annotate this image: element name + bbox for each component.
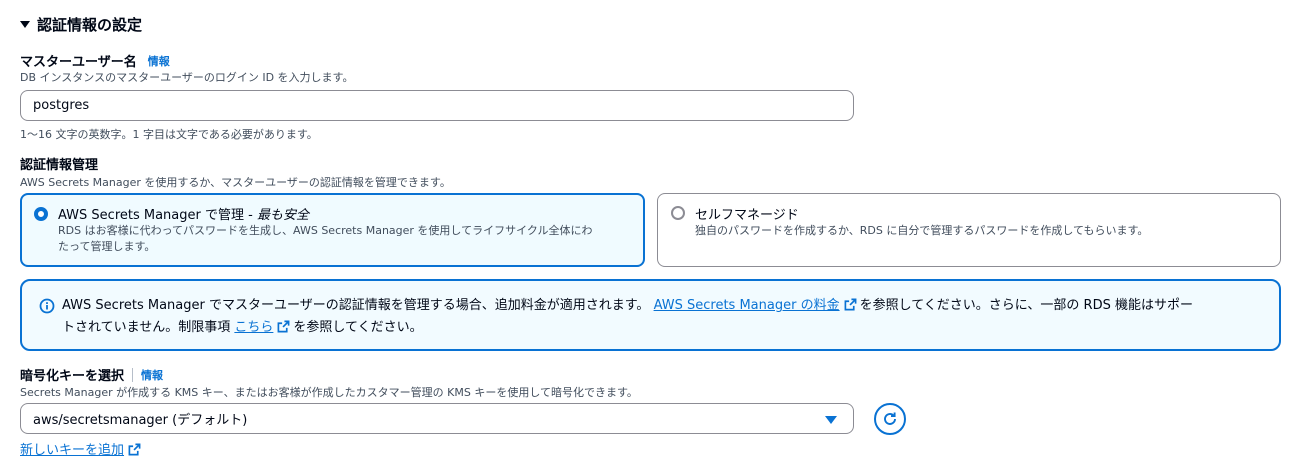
external-link-icon <box>844 298 857 318</box>
radio-unselected-icon[interactable] <box>671 206 685 220</box>
option-secrets-manager-tile[interactable]: AWS Secrets Manager で管理 - 最も安全 RDS はお客様に… <box>20 193 645 267</box>
credentials-management-description: AWS Secrets Manager を使用するか、マスターユーザーの認証情報… <box>20 176 451 189</box>
option-self-managed-description: 独自のパスワードを作成するか、RDS に自分で管理するパスワードを作成してもらい… <box>695 224 1149 237</box>
master-username-value: postgres <box>33 98 90 113</box>
master-username-description: DB インスタンスのマスターユーザーのログイン ID を入力します。 <box>20 71 354 84</box>
radio-selected-icon[interactable] <box>34 207 48 221</box>
info-circle-icon <box>39 298 55 318</box>
refresh-icon <box>882 411 898 427</box>
encryption-key-info-link[interactable]: 情報 <box>141 367 163 383</box>
master-username-constraint: 1〜16 文字の英数字。1 字目は文字である必要があります。 <box>20 128 318 141</box>
master-username-label-row: マスターユーザー名 情報 <box>20 51 170 71</box>
option-self-managed-tile[interactable]: セルフマネージド 独自のパスワードを作成するか、RDS に自分で管理するパスワー… <box>657 193 1281 267</box>
info-alert-text: AWS Secrets Manager でマスターユーザーの認証情報を管理する場… <box>62 296 1272 340</box>
option-self-managed-title: セルフマネージド <box>695 208 799 223</box>
external-link-icon <box>128 443 141 460</box>
option-secrets-manager-title: AWS Secrets Manager で管理 - 最も安全 <box>58 208 309 223</box>
add-new-key-row: 新しいキーを追加 <box>20 439 144 460</box>
caret-down-icon <box>20 21 30 28</box>
encryption-key-selected-value: aws/secretsmanager (デフォルト) <box>33 413 248 428</box>
master-username-input[interactable]: postgres <box>20 90 854 121</box>
master-username-info-link[interactable]: 情報 <box>148 53 170 69</box>
secrets-manager-pricing-link[interactable]: AWS Secrets Manager の料金 <box>654 298 840 313</box>
encryption-key-label-row: 暗号化キーを選択 情報 <box>20 365 163 384</box>
encryption-key-description: Secrets Manager が作成する KMS キー、またはお客様が作成した… <box>20 386 638 399</box>
info-alert: AWS Secrets Manager でマスターユーザーの認証情報を管理する場… <box>20 279 1281 351</box>
refresh-button[interactable] <box>874 403 906 435</box>
option-secrets-manager-description: RDS はお客様に代わってパスワードを生成し、AWS Secrets Manag… <box>58 224 593 253</box>
credentials-management-label: 認証情報管理 <box>20 158 99 173</box>
label-divider <box>132 367 134 382</box>
encryption-key-select[interactable]: aws/secretsmanager (デフォルト) <box>20 403 854 434</box>
master-username-label: マスターユーザー名 <box>20 55 137 70</box>
dropdown-caret-icon <box>825 416 837 424</box>
section-title: 認証情報の設定 <box>37 16 143 34</box>
option-secrets-manager-emphasis: 最も安全 <box>256 208 309 223</box>
encryption-key-label: 暗号化キーを選択 <box>20 369 125 384</box>
section-header[interactable]: 認証情報の設定 <box>20 14 142 35</box>
external-link-icon <box>277 320 290 340</box>
limitations-link[interactable]: こちら <box>234 320 273 335</box>
